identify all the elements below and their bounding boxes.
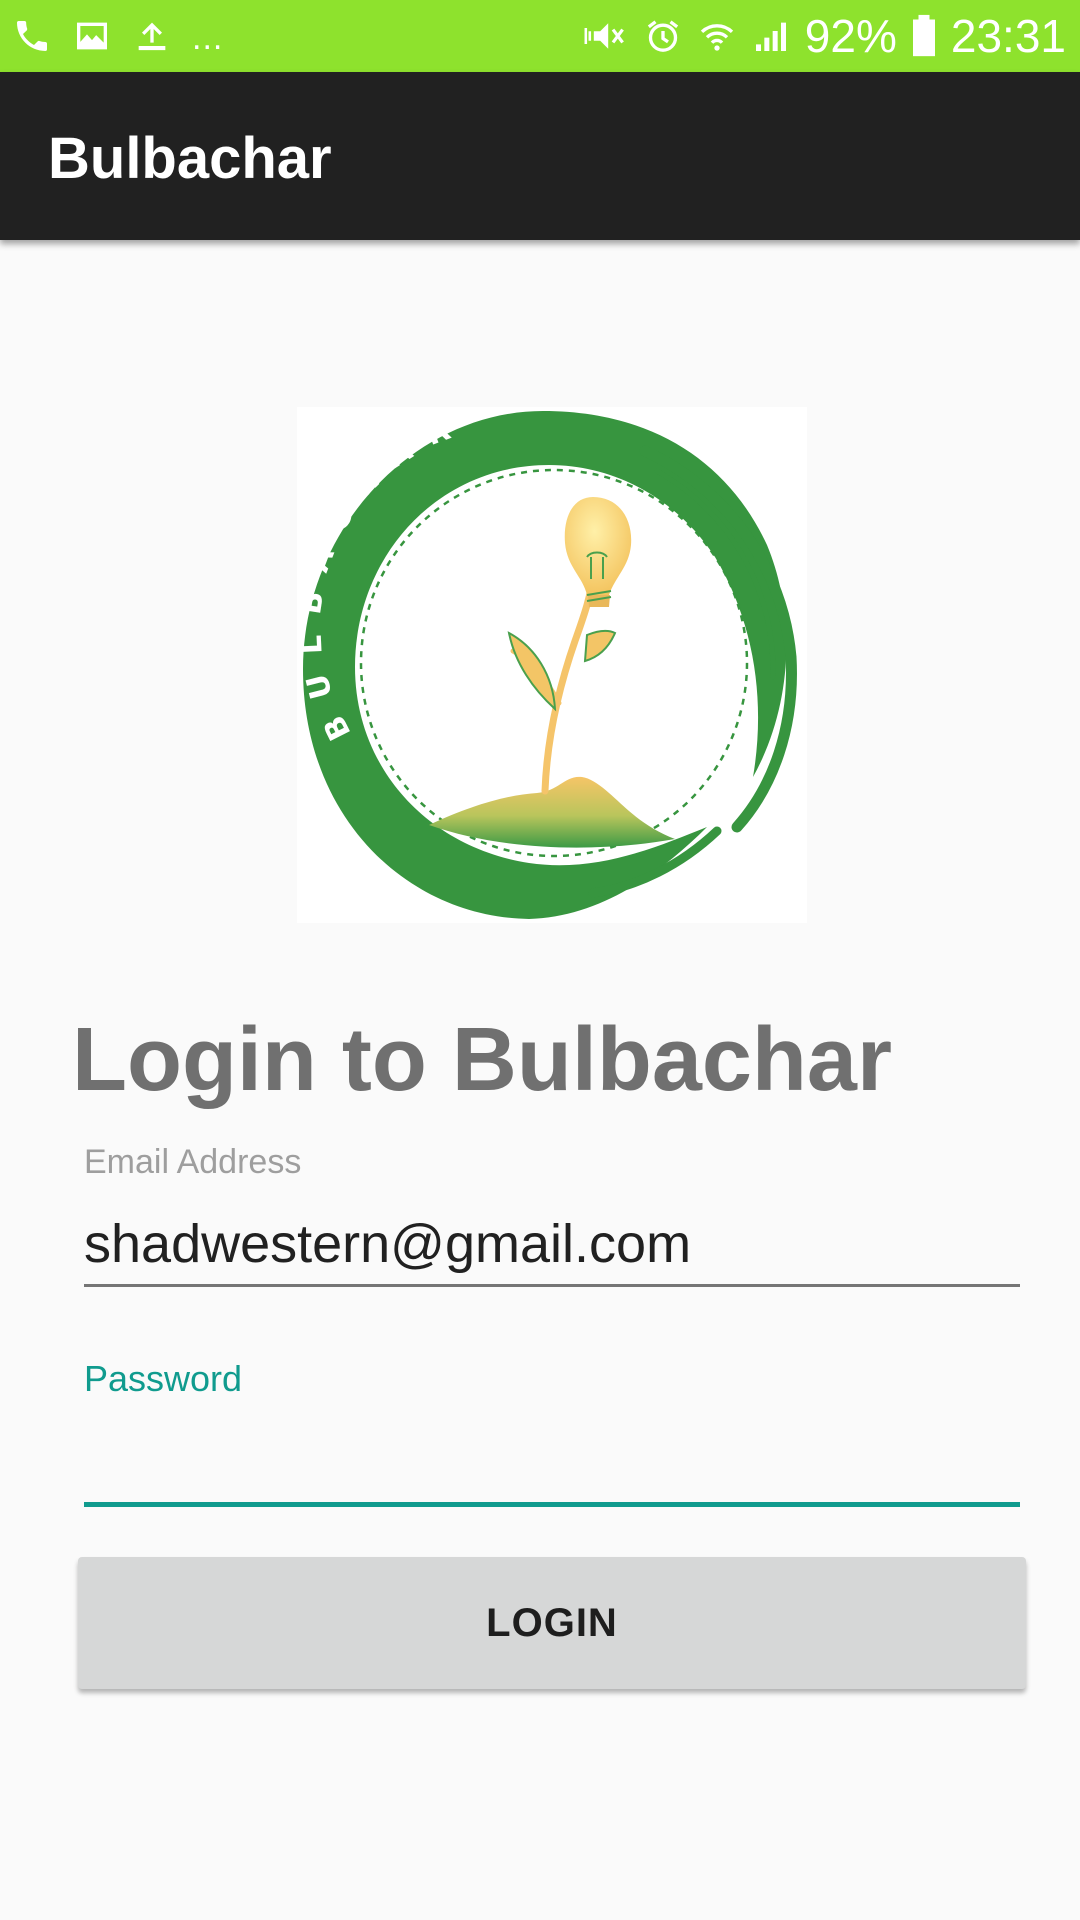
status-bar: ... 92% 23:31 bbox=[0, 0, 1080, 72]
battery-icon bbox=[911, 14, 937, 58]
wifi-icon bbox=[697, 16, 737, 56]
login-heading: Login to Bulbachar bbox=[72, 1010, 892, 1110]
password-field-label: Password bbox=[84, 1358, 243, 1399]
image-icon bbox=[72, 16, 112, 56]
email-field-label: Email Address bbox=[84, 1143, 302, 1181]
upload-icon bbox=[132, 16, 172, 56]
status-bar-notifications: ... bbox=[12, 14, 223, 58]
app-logo: BULBACHAR bbox=[293, 405, 807, 923]
status-bar-system: 92% 23:31 bbox=[581, 8, 1066, 64]
email-field[interactable] bbox=[84, 1204, 1020, 1287]
app-bar: Bulbachar bbox=[0, 72, 1080, 240]
app-title: Bulbachar bbox=[48, 126, 332, 191]
login-button[interactable]: LOGIN bbox=[78, 1557, 1026, 1689]
overflow-indicator: ... bbox=[192, 19, 224, 57]
phone-icon bbox=[12, 16, 52, 56]
battery-level: 92% bbox=[804, 10, 897, 62]
password-field[interactable] bbox=[84, 1420, 1020, 1507]
signal-icon bbox=[751, 16, 791, 56]
clock: 23:31 bbox=[950, 10, 1066, 62]
mute-icon bbox=[581, 16, 629, 56]
alarm-icon bbox=[643, 16, 683, 56]
